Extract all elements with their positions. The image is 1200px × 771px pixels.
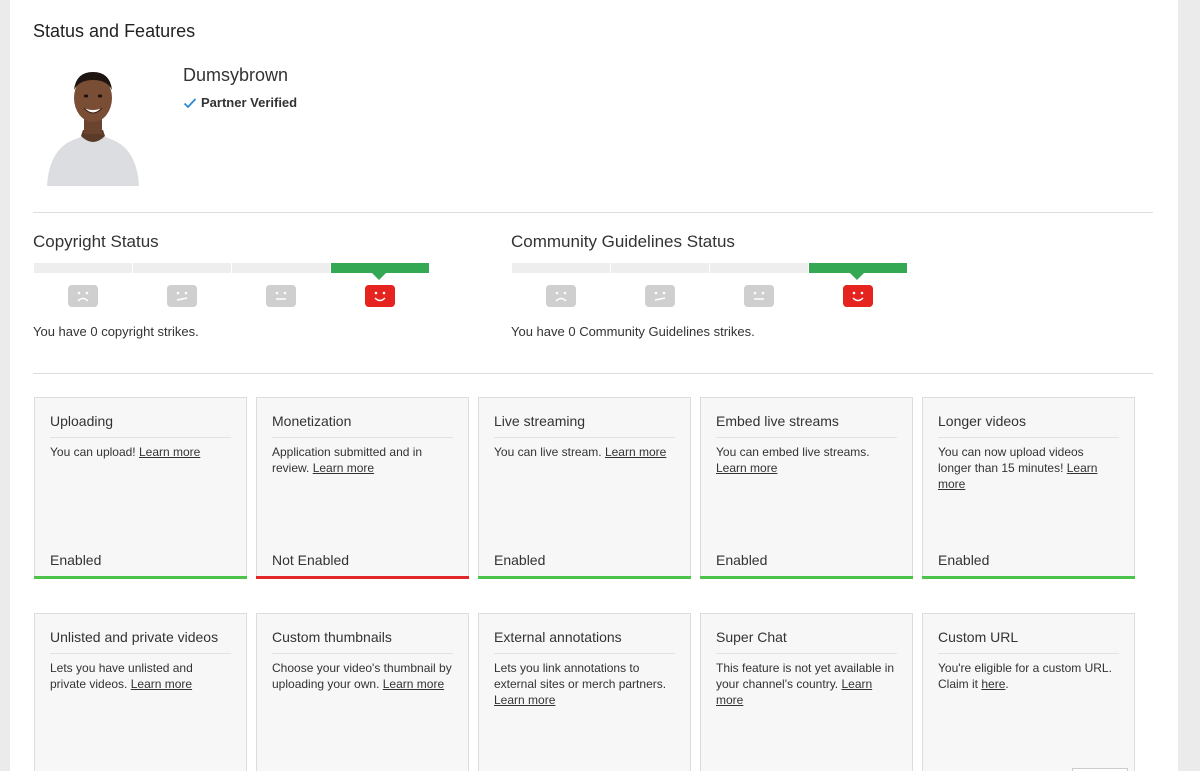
feature-description: You can embed live streams. Learn more	[716, 445, 870, 475]
sad-face-icon	[68, 285, 98, 307]
community-strike-meter	[512, 263, 907, 280]
feature-card-unlisted-private-videos: Unlisted and private videos Lets you hav…	[34, 613, 247, 771]
feature-card-external-annotations: External annotations Lets you link annot…	[478, 613, 691, 771]
strike-segment-active	[331, 263, 429, 280]
learn-more-link[interactable]: Learn more	[605, 445, 666, 459]
learn-more-link[interactable]: Learn more	[313, 461, 374, 475]
copyright-faces	[34, 285, 429, 307]
feature-status: Not Enabled	[272, 552, 350, 568]
feature-description: You can now upload videos longer than 15…	[938, 445, 1098, 491]
status-bar-enabled	[700, 576, 913, 579]
strike-segment-active	[809, 263, 907, 280]
feature-description: Application submitted and in review. Lea…	[272, 445, 423, 475]
feature-description: Lets you have unlisted and private video…	[50, 661, 193, 691]
feature-card-custom-thumbnails: Custom thumbnails Choose your video's th…	[256, 613, 469, 771]
divider	[33, 212, 1153, 213]
feature-description: Choose your video's thumbnail by uploadi…	[272, 661, 452, 691]
happy-face-icon	[843, 285, 873, 307]
status-bar-enabled	[478, 576, 691, 579]
copyright-status: Copyright Status You have 0 copyright st…	[33, 232, 453, 339]
strike-segment	[512, 263, 610, 273]
page-title: Status and Features	[33, 21, 196, 41]
neutral-face-icon	[266, 285, 296, 307]
learn-more-link[interactable]: Learn more	[494, 693, 555, 707]
copyright-strike-count: You have 0 copyright strikes.	[33, 324, 199, 339]
feature-card-uploading: Uploading You can upload! Learn more Ena…	[34, 397, 247, 579]
feature-description: This feature is not yet available in you…	[716, 661, 895, 707]
happy-face-icon	[365, 285, 395, 307]
learn-more-link[interactable]: Learn more	[131, 677, 192, 691]
feature-status: Enabled	[938, 552, 990, 568]
status-bar-enabled	[34, 576, 247, 579]
feature-title: Live streaming	[494, 413, 675, 438]
feature-status: Enabled	[50, 552, 102, 568]
feature-card-longer-videos: Longer videos You can now upload videos …	[922, 397, 1135, 579]
status-bar-not-enabled	[256, 576, 469, 579]
strike-segment	[710, 263, 808, 273]
feature-card-live-streaming: Live streaming You can live stream. Lear…	[478, 397, 691, 579]
feature-description: You can live stream. Learn more	[494, 445, 667, 459]
feature-title: Custom URL	[938, 629, 1119, 654]
copyright-strike-meter	[34, 263, 429, 280]
feature-card-embed-live-streams: Embed live streams You can embed live st…	[700, 397, 913, 579]
copyright-status-title: Copyright Status	[33, 232, 159, 251]
feature-title: External annotations	[494, 629, 675, 654]
feature-card-monetization: Monetization Application submitted and i…	[256, 397, 469, 579]
channel-name[interactable]: Dumsybrown	[183, 65, 288, 86]
community-guidelines-status: Community Guidelines Status You have 0 C…	[511, 232, 931, 339]
feature-status: Enabled	[716, 552, 768, 568]
strike-segment	[611, 263, 709, 273]
feature-status: Enabled	[494, 552, 546, 568]
uneasy-face-icon	[167, 285, 197, 307]
neutral-face-icon	[744, 285, 774, 307]
uneasy-face-icon	[645, 285, 675, 307]
community-faces	[512, 285, 907, 307]
strike-segment	[34, 263, 132, 273]
strike-segment	[133, 263, 231, 273]
sad-face-icon	[546, 285, 576, 307]
feature-title: Unlisted and private videos	[50, 629, 231, 654]
strike-segment	[232, 263, 330, 273]
learn-more-link[interactable]: Learn more	[716, 461, 777, 475]
page: Status and Features Dumsybrown Partner V…	[10, 0, 1178, 771]
feature-title: Custom thumbnails	[272, 629, 453, 654]
learn-more-link[interactable]: Learn more	[383, 677, 444, 691]
feature-card-custom-url: Custom URL You're eligible for a custom …	[922, 613, 1135, 771]
divider	[33, 373, 1153, 374]
feature-card-super-chat: Super Chat This feature is not yet avail…	[700, 613, 913, 771]
feature-title: Embed live streams	[716, 413, 897, 438]
channel-avatar	[47, 72, 139, 186]
verified-label: Partner Verified	[201, 95, 298, 110]
partner-verified-badge: Partner Verified	[183, 95, 297, 110]
community-status-title: Community Guidelines Status	[511, 232, 735, 251]
status-bar-enabled	[922, 576, 1135, 579]
claim-custom-url-link[interactable]: here	[981, 677, 1005, 691]
learn-more-link[interactable]: Learn more	[139, 445, 200, 459]
feature-description: You're eligible for a custom URL. Claim …	[938, 661, 1112, 691]
community-strike-count: You have 0 Community Guidelines strikes.	[511, 324, 755, 339]
feature-title: Monetization	[272, 413, 453, 438]
feature-description: Lets you link annotations to external si…	[494, 661, 667, 707]
feature-title: Super Chat	[716, 629, 897, 654]
feature-description: You can upload! Learn more	[50, 445, 201, 459]
feature-title: Uploading	[50, 413, 231, 438]
feature-title: Longer videos	[938, 413, 1119, 438]
checkmark-icon	[183, 97, 197, 108]
